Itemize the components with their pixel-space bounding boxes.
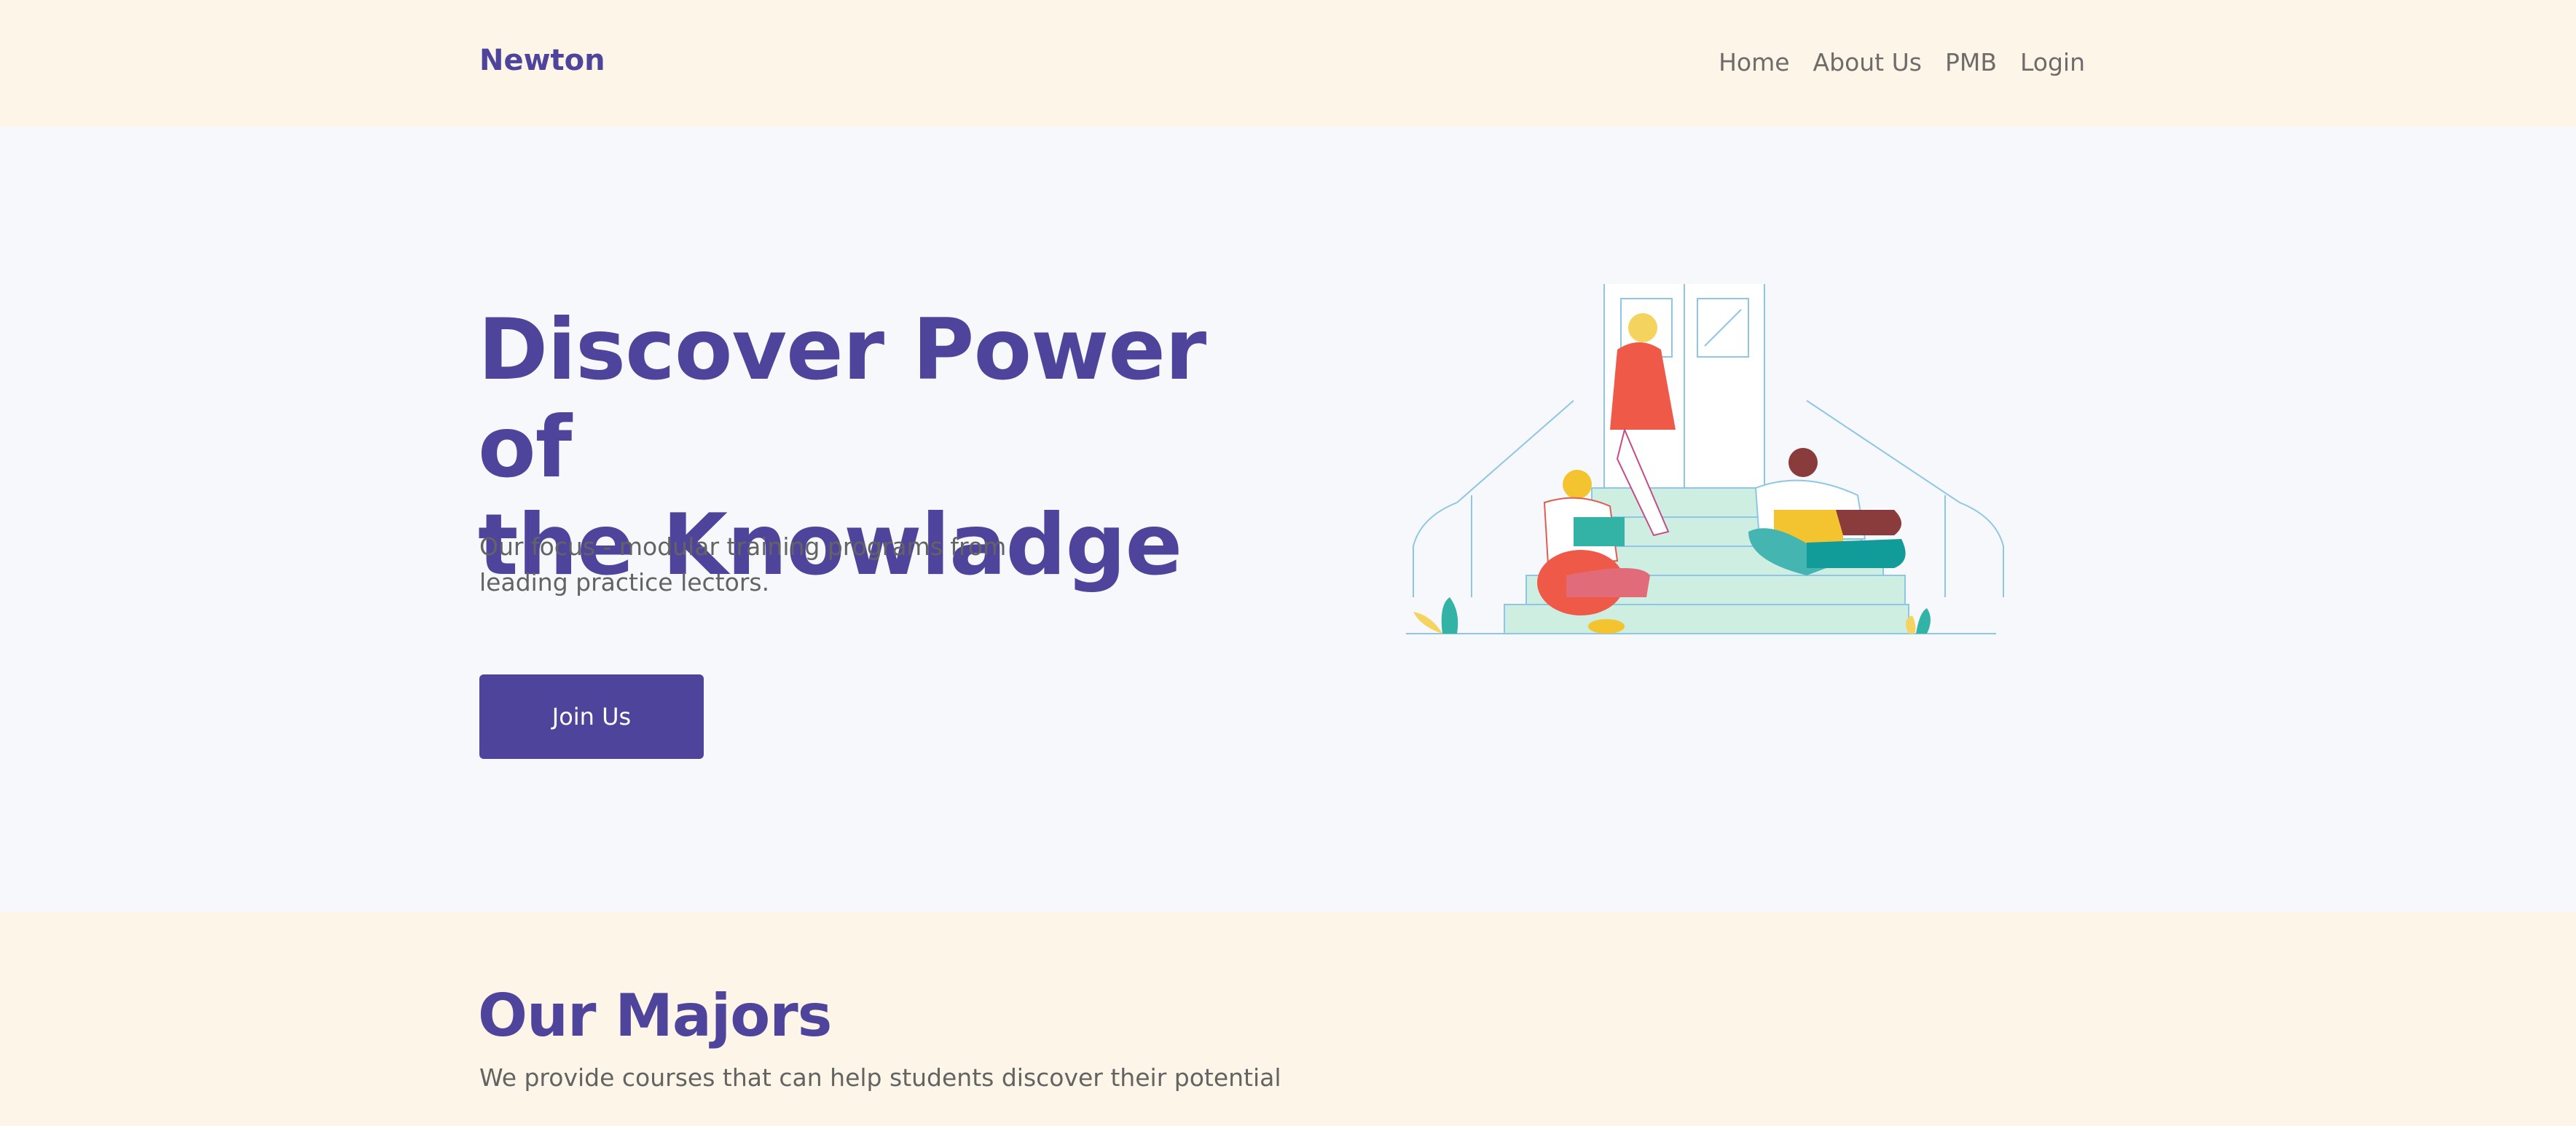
students-on-steps-illustration: [1406, 284, 2004, 634]
majors-title: Our Majors: [478, 982, 832, 1050]
navbar: Newton Home About Us PMB Login: [0, 0, 2576, 127]
majors-subtitle: We provide courses that can help student…: [479, 1063, 1281, 1092]
nav-link-home[interactable]: Home: [1719, 48, 1789, 76]
brand-logo[interactable]: Newton: [479, 44, 605, 77]
hero-subtitle-line1: Our focus - modular training programs fr…: [479, 532, 1007, 561]
hero-section: Discover Power of the Knowladge Our focu…: [0, 127, 2576, 912]
right-student-leg-right: [1807, 539, 1906, 568]
plant-right-icon: [1916, 608, 1931, 634]
majors-section: Our Majors We provide courses that can h…: [0, 912, 2576, 1126]
left-student-shoes: [1588, 619, 1625, 634]
plant-left-icon: [1441, 597, 1458, 634]
nav-link-about-us[interactable]: About Us: [1813, 48, 1922, 76]
join-us-button[interactable]: Join Us: [479, 674, 704, 759]
plant-left-leaf-icon: [1413, 612, 1442, 634]
standing-student-head: [1628, 313, 1657, 342]
left-student-book: [1574, 517, 1625, 546]
nav-link-pmb[interactable]: PMB: [1945, 48, 1997, 76]
left-student-head: [1563, 470, 1592, 499]
hero-subtitle-line2: leading practice lectors.: [479, 568, 770, 597]
right-student-head: [1788, 448, 1818, 477]
nav-links: Home About Us PMB Login: [1719, 48, 2085, 76]
nav-link-login[interactable]: Login: [2020, 48, 2085, 76]
hero-title-line1: Discover Power of: [478, 301, 1206, 497]
hero-subtitle: Our focus - modular training programs fr…: [479, 529, 1033, 600]
right-student-arm: [1836, 510, 1901, 535]
